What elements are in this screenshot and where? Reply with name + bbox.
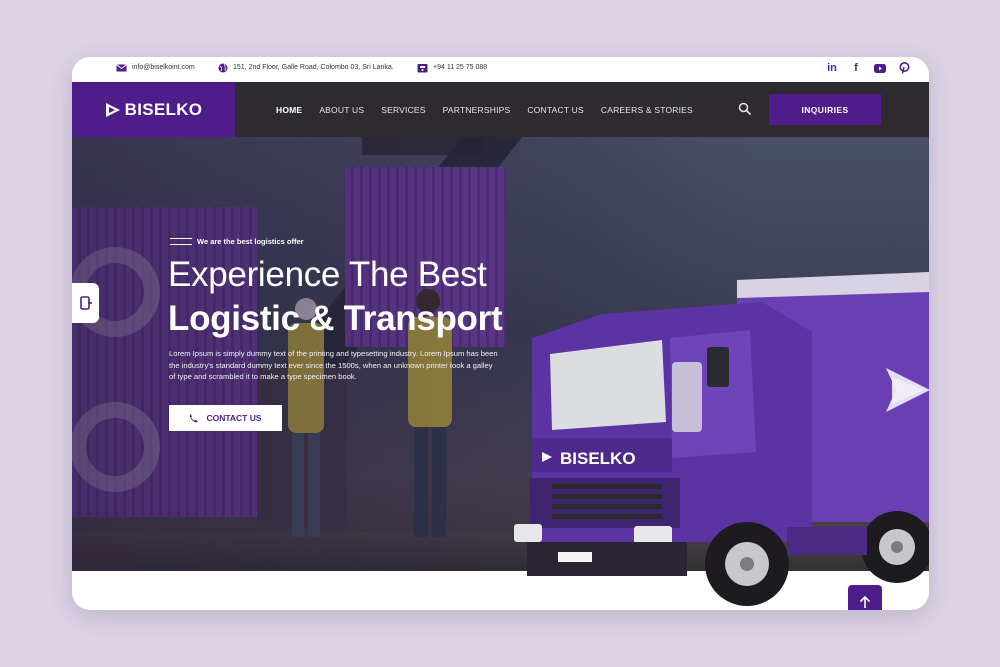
email-text: info@biselkoint.com (132, 64, 195, 71)
hero-title-line2: Logistic & Transport (168, 299, 503, 338)
linkedin-icon[interactable]: in (825, 61, 839, 75)
tagline-text: We are the best logistics offer (197, 237, 304, 246)
main-navbar: BISELKO HOME ABOUT US SERVICES PARTNERSH… (72, 82, 929, 137)
truck-image: BISELKO (512, 272, 929, 610)
search-icon[interactable] (738, 102, 752, 116)
mail-icon (116, 63, 127, 72)
top-info-bar: info@biselkoint.com 151, 2nd Floor, Gall… (72, 57, 929, 82)
address-text: 151, 2nd Floor, Galle Road, Colombo 03, … (233, 64, 394, 71)
browser-frame: info@biselkoint.com 151, 2nd Floor, Gall… (72, 57, 929, 610)
phone-chat-icon (79, 296, 92, 310)
social-links: in f (825, 61, 911, 75)
phone-icon (190, 413, 199, 422)
nav-services[interactable]: SERVICES (381, 105, 425, 115)
phone-icon (417, 63, 428, 72)
phone-text: +94 11 25 75 088 (433, 64, 488, 71)
contact-us-label: CONTACT US (206, 413, 262, 423)
hero-description: Lorem Ipsum is simply dummy text of the … (169, 349, 498, 382)
hero-tagline: We are the best logistics offer (170, 237, 304, 246)
scroll-to-top-button[interactable] (848, 585, 882, 610)
nav-home[interactable]: HOME (276, 105, 302, 115)
globe-icon (217, 63, 228, 72)
nav-about-us[interactable]: ABOUT US (319, 105, 364, 115)
contact-us-button[interactable]: CONTACT US (169, 405, 282, 431)
inquiries-button[interactable]: INQUIRIES (769, 94, 881, 125)
logo-text: BISELKO (124, 99, 203, 119)
facebook-icon[interactable]: f (849, 61, 863, 75)
youtube-icon[interactable] (873, 61, 887, 75)
nav-contact-us[interactable]: CONTACT US (527, 105, 583, 115)
nav-careers-stories[interactable]: CAREERS & STORIES (601, 105, 693, 115)
brand-logo[interactable]: BISELKO (72, 82, 235, 137)
nav-partnerships[interactable]: PARTNERSHIPS (443, 105, 511, 115)
email-contact[interactable]: info@biselkoint.com (116, 63, 195, 72)
logo-mark-icon (105, 102, 120, 117)
tagline-lines-icon (170, 238, 192, 245)
phone-contact[interactable]: +94 11 25 75 088 (417, 63, 487, 72)
hero-title-line1: Experience The Best (168, 255, 487, 294)
address-contact: 151, 2nd Floor, Galle Road, Colombo 03, … (217, 63, 394, 72)
side-contact-tab[interactable] (72, 283, 99, 323)
pinterest-icon[interactable] (897, 61, 911, 75)
primary-nav: HOME ABOUT US SERVICES PARTNERSHIPS CONT… (276, 82, 693, 137)
arrow-up-icon (859, 595, 871, 608)
truck-logo-text: BISELKO (560, 449, 636, 468)
